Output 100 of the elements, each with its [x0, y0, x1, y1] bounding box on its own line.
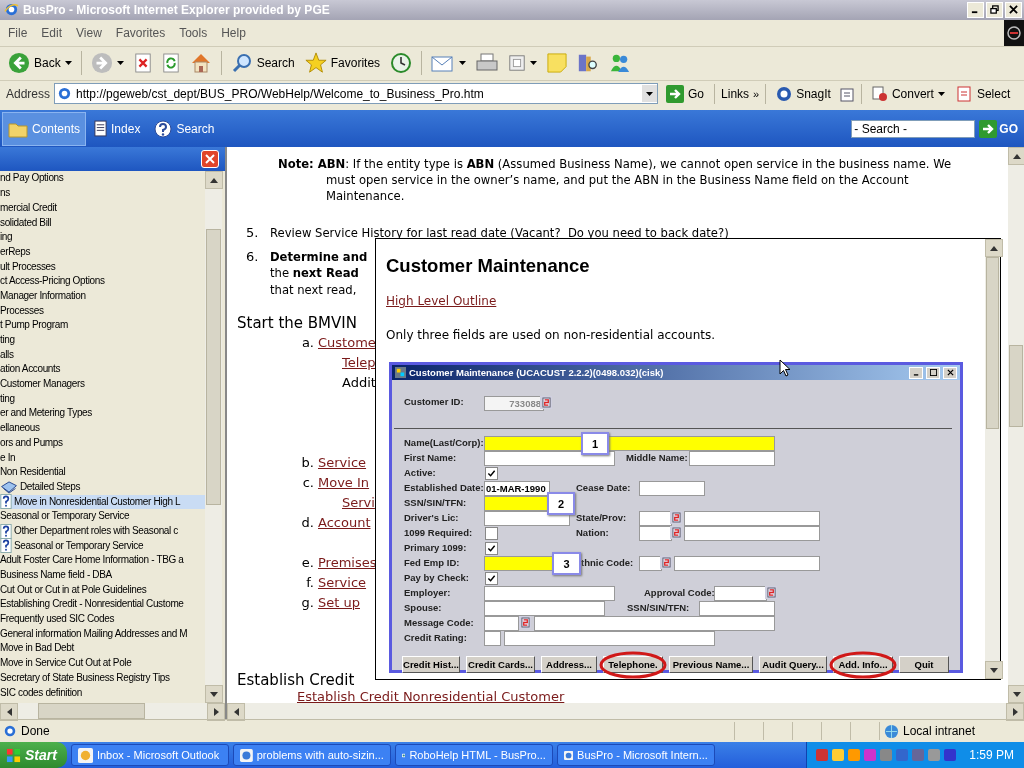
scroll-up-icon[interactable] — [1013, 153, 1021, 159]
input-field[interactable] — [484, 451, 615, 467]
scroll-thumb[interactable] — [1009, 345, 1023, 428]
lookup-button[interactable] — [519, 616, 531, 630]
input-field[interactable]: 01-MAR-1990 — [484, 481, 550, 497]
menu-item[interactable]: Favorites — [108, 25, 173, 40]
scroll-thumb[interactable] — [206, 229, 221, 506]
tree-item[interactable]: Establishing Credit - Nonresidential Custome — [0, 597, 205, 613]
input-field[interactable] — [484, 586, 615, 602]
tree-item[interactable]: Business Name field - DBA — [0, 568, 205, 583]
input-field[interactable] — [684, 526, 820, 542]
help-tab[interactable]: Search — [148, 111, 221, 146]
tree-item[interactable]: ellaneous — [0, 421, 205, 436]
input-field[interactable] — [484, 436, 775, 452]
taskbar-button[interactable]: problems with auto-sizin... — [232, 744, 391, 766]
tree-item[interactable]: nd Pay Options — [0, 171, 205, 187]
back-button[interactable]: Back — [4, 49, 76, 78]
tree-item[interactable]: Move in Bad Debt — [0, 641, 205, 657]
topic-link[interactable]: Account — [318, 514, 371, 530]
select-button[interactable]: Select — [952, 85, 1015, 102]
scroll-thumb[interactable] — [38, 703, 145, 720]
input-field[interactable] — [534, 616, 775, 632]
tree-item[interactable]: erReps — [0, 244, 205, 260]
tree-item[interactable]: SIC codes definition — [0, 685, 205, 701]
topic-link[interactable]: Service — [318, 574, 367, 590]
more-links-button[interactable]: » — [753, 87, 760, 100]
close-button[interactable] — [1005, 1, 1022, 18]
tree-item[interactable]: ing — [0, 230, 205, 245]
scroll-right-icon[interactable] — [1012, 708, 1018, 717]
links-label[interactable]: Links — [721, 86, 750, 101]
search-button[interactable]: Search — [226, 49, 299, 78]
form-button[interactable]: Audit Query... — [759, 656, 827, 674]
scroll-up-icon[interactable] — [990, 245, 998, 251]
help-tab[interactable]: Index — [88, 111, 147, 146]
menu-item[interactable]: View — [69, 25, 109, 40]
scroll-down-icon[interactable] — [990, 667, 998, 673]
scroll-left-icon[interactable] — [233, 708, 239, 717]
lookup-button[interactable] — [765, 586, 777, 600]
search-field[interactable]: - Search - — [851, 119, 976, 138]
menu-item[interactable]: Tools — [172, 25, 215, 40]
input-field[interactable] — [639, 526, 672, 542]
tray-icon[interactable] — [847, 748, 862, 762]
tree-item[interactable]: solidated Bill — [0, 215, 205, 231]
tree-item[interactable]: e In — [0, 450, 205, 466]
lookup-button[interactable] — [670, 511, 682, 525]
tree-item[interactable]: ns — [0, 186, 205, 201]
form-button[interactable]: Credit Cards... — [466, 656, 535, 674]
outline-link[interactable]: High Level Outline — [386, 294, 497, 309]
tree-item[interactable]: ation Accounts — [0, 362, 205, 378]
tree-item[interactable]: ult Processes — [0, 259, 205, 275]
scroll-thumb[interactable] — [986, 257, 999, 430]
scroll-down-icon[interactable] — [1013, 691, 1021, 697]
snagit-button[interactable]: SnagIt — [772, 85, 835, 102]
tree-item[interactable]: ting — [0, 333, 205, 348]
minimize-button[interactable] — [967, 1, 984, 18]
form-button[interactable]: Credit Hist... — [402, 656, 460, 674]
input-field[interactable] — [484, 496, 550, 512]
tree-item[interactable]: Customer Managers — [0, 377, 205, 392]
tree-item[interactable]: Seasonal or Temporary Service — [0, 538, 205, 554]
tree-item[interactable]: Non Residential — [0, 465, 205, 480]
input-field[interactable] — [714, 586, 767, 602]
topic-link[interactable]: Servi — [342, 494, 375, 510]
close-button[interactable] — [201, 150, 219, 169]
lookup-button[interactable] — [540, 396, 552, 410]
maximize-button[interactable] — [926, 366, 940, 379]
input-field[interactable] — [684, 511, 820, 527]
tree-item[interactable]: ct Access-Pricing Options — [0, 274, 205, 289]
tree-item[interactable]: Cut Out or Cut in at Pole Guidelines — [0, 582, 205, 598]
tree-item[interactable]: Seasonal or Temporary Service — [0, 509, 205, 524]
favorites-button[interactable]: Favorites — [300, 49, 385, 78]
tree-item[interactable]: Secretary of State Business Registry Tips — [0, 670, 205, 686]
go-button[interactable]: Go — [662, 84, 709, 103]
taskbar-button[interactable]: Inbox - Microsoft Outlook — [70, 744, 229, 766]
tree-item[interactable]: ting — [0, 391, 205, 407]
checkbox[interactable] — [485, 527, 498, 541]
checkbox[interactable] — [485, 467, 498, 481]
input-field[interactable] — [484, 616, 519, 632]
lookup-button[interactable] — [660, 556, 672, 570]
lookup-button[interactable] — [670, 526, 682, 540]
scrollbar[interactable] — [985, 239, 1000, 680]
tree-item[interactable]: er and Metering Types — [0, 406, 205, 422]
convert-button[interactable]: Convert — [867, 85, 949, 102]
topic-link[interactable]: Custome — [318, 334, 376, 350]
tree-item[interactable]: ors and Pumps — [0, 435, 205, 451]
form-button[interactable]: Address... — [541, 656, 597, 674]
address-field[interactable]: http://pgeweb/cst_dept/BUS_PRO/WebHelp/Welcome_to_Business_Pro.htm — [54, 83, 659, 105]
tree-item[interactable]: t Pump Program — [0, 318, 205, 333]
scrollbar[interactable] — [227, 703, 1024, 720]
tree-item[interactable]: Detailed Steps — [0, 479, 205, 495]
checkbox[interactable] — [485, 572, 498, 586]
scrollbar[interactable] — [1008, 147, 1024, 704]
checkbox[interactable] — [485, 542, 498, 556]
menu-item[interactable]: File — [0, 25, 35, 40]
tray-icon[interactable] — [911, 748, 926, 762]
scrollbar[interactable] — [0, 703, 225, 720]
tree-item[interactable]: Frequently used SIC Codes — [0, 612, 205, 627]
tree-item[interactable]: Move in Service Cut Out at Pole — [0, 656, 205, 671]
scrollbar[interactable] — [205, 171, 222, 704]
input-field[interactable] — [699, 601, 775, 617]
go-button[interactable]: GO — [977, 119, 1022, 138]
